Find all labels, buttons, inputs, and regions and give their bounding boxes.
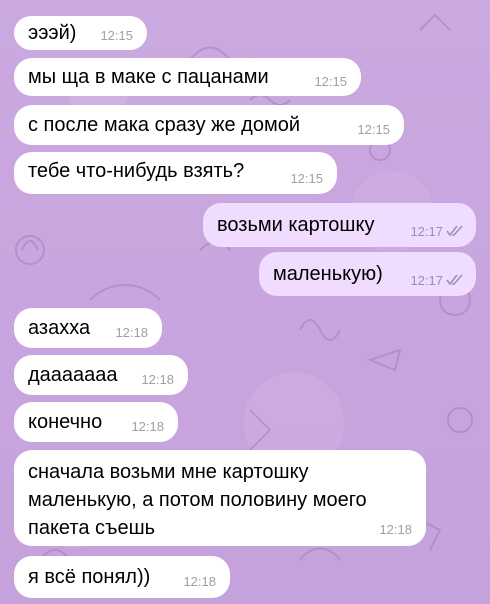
message-time: 12:18 xyxy=(115,325,148,340)
message-bubble-incoming[interactable]: конечно 12:18 xyxy=(14,402,178,442)
message-bubble-incoming[interactable]: даааааaa 12:18 xyxy=(14,355,188,395)
message-text: с после мака сразу же домой xyxy=(28,114,301,136)
message-bubble-incoming[interactable]: я всё понял)) 12:18 xyxy=(14,556,230,598)
message-bubble-incoming[interactable]: с после мака сразу же домой 12:15 xyxy=(14,105,404,145)
message-text: мы ща в маке с пацанами xyxy=(28,66,269,88)
message-bubble-incoming[interactable]: тебе что-нибудь взять? 12:15 xyxy=(14,152,337,194)
message-time: 12:15 xyxy=(100,28,133,43)
message-text: азахха xyxy=(28,317,91,339)
message-time: 12:18 xyxy=(379,522,412,537)
message-text-line: пакета съешь xyxy=(28,517,156,539)
message-bubble-incoming[interactable]: эээй) 12:15 xyxy=(14,16,147,50)
message-bubble-incoming[interactable]: азахха 12:18 xyxy=(14,308,162,348)
message-text-line: сначала возьми мне картошку xyxy=(28,461,309,483)
message-text: даааааaa xyxy=(28,364,118,386)
message-bubble-outgoing[interactable]: маленькую) 12:17 xyxy=(259,252,476,296)
message-text: возьми картошку xyxy=(217,214,375,236)
message-time: 12:18 xyxy=(183,574,216,589)
message-text: я всё понял)) xyxy=(28,566,151,588)
message-time: 12:15 xyxy=(290,171,323,186)
message-text-line: маленькую, а потом половину моего xyxy=(28,489,367,511)
message-time: 12:15 xyxy=(314,74,347,89)
message-text: конечно xyxy=(28,411,103,433)
message-time: 12:17 xyxy=(410,273,443,288)
double-check-icon xyxy=(446,274,463,286)
message-time: 12:17 xyxy=(410,224,443,239)
message-text: маленькую) xyxy=(273,263,383,285)
chat-message-list[interactable]: эээй) 12:15 мы ща в маке с пацанами 12:1… xyxy=(0,0,490,604)
message-bubble-incoming[interactable]: сначала возьми мне картошку маленькую, а… xyxy=(14,450,426,546)
message-time: 12:18 xyxy=(131,419,164,434)
message-text: эээй) xyxy=(28,22,77,44)
message-time: 12:15 xyxy=(357,122,390,137)
message-time: 12:18 xyxy=(141,372,174,387)
message-bubble-outgoing[interactable]: возьми картошку 12:17 xyxy=(203,203,476,247)
message-bubble-incoming[interactable]: мы ща в маке с пацанами 12:15 xyxy=(14,58,361,96)
double-check-icon xyxy=(446,225,463,237)
message-text: тебе что-нибудь взять? xyxy=(28,160,245,182)
